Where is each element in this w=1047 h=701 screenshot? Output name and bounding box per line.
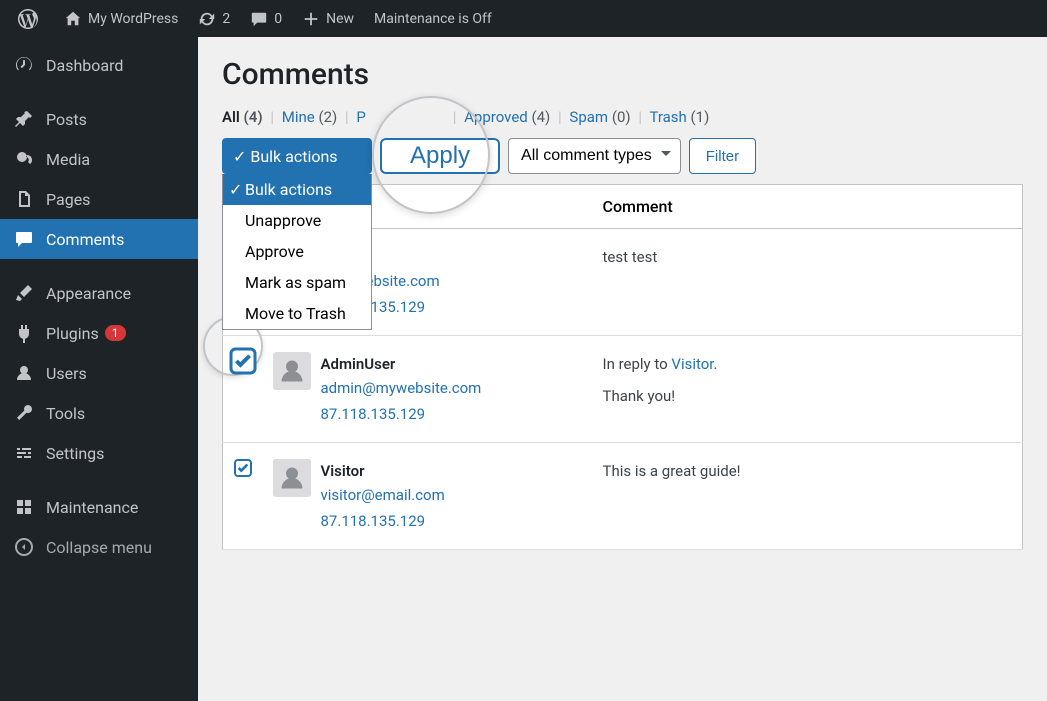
media-icon [12,149,36,169]
menu-label: Media [46,150,90,169]
user-icon [12,363,36,383]
menu-media[interactable]: Media [0,139,198,179]
admin-menu: Dashboard Posts Media Pages Comments App… [0,37,198,701]
dashboard-icon [12,55,36,75]
row-checkbox[interactable] [229,348,256,375]
filter-approved[interactable]: Approved (4) [464,108,550,126]
row-checkbox[interactable] [234,459,252,477]
bulk-opt-trash[interactable]: Move to Trash [223,298,371,329]
author-ip[interactable]: 87.118.135.129 [321,509,445,533]
collapse-menu[interactable]: Collapse menu [0,527,198,567]
author-email[interactable]: visitor@email.com [321,486,445,504]
table-row: AdminUser admin@mywebsite.com 87.118.135… [223,336,1023,443]
page-title: Comments [222,57,1023,92]
menu-appearance[interactable]: Appearance [0,273,198,313]
plugins-badge: 1 [105,325,126,341]
admin-bar: My WordPress 2 0 New Maintenance is Off [0,0,1047,37]
menu-label: Maintenance [46,498,138,517]
maintenance-label: Maintenance is Off [374,11,492,27]
comment-text: test test [603,245,1013,269]
menu-users[interactable]: Users [0,353,198,393]
menu-label: Tools [46,404,85,423]
home-icon [64,10,82,28]
menu-label: Posts [46,110,87,129]
comments-bubble[interactable]: 0 [240,0,292,37]
collapse-label: Collapse menu [46,538,152,557]
bulk-action-dropdown: Bulk actions Unapprove Approve Mark as s… [222,174,372,330]
wrench-icon [12,403,36,423]
avatar [273,352,311,390]
filter-button[interactable]: Filter [689,138,756,174]
wordpress-icon [18,9,38,29]
filter-trash[interactable]: Trash (1) [649,108,709,126]
plus-icon [302,10,320,28]
maintenance-status[interactable]: Maintenance is Off [364,0,502,37]
filter-mine[interactable]: Mine (2) [282,108,338,126]
comment-text: This is a great guide! [603,459,1013,483]
bulk-opt-unapprove[interactable]: Unapprove [223,205,371,236]
collapse-icon [12,537,36,557]
author-name: AdminUser [321,352,482,376]
filter-pending[interactable]: P [356,108,365,126]
comment-icon [12,229,36,249]
comment-text: Thank you! [603,384,1013,408]
menu-comments[interactable]: Comments [0,219,198,259]
menu-label: Pages [46,190,90,209]
menu-label: Settings [46,444,104,463]
menu-label: Appearance [46,284,131,303]
page-body: Comments All (4) | Mine (2) | P | | Appr… [198,37,1047,701]
bulk-opt-bulk[interactable]: Bulk actions [223,174,371,205]
site-name: My WordPress [88,11,178,27]
comment-icon [250,10,268,28]
bulk-opt-spam[interactable]: Mark as spam [223,267,371,298]
pages-icon [12,189,36,209]
filter-all[interactable]: All (4) [222,108,263,126]
updates[interactable]: 2 [188,0,240,37]
menu-pages[interactable]: Pages [0,179,198,219]
updates-count: 2 [222,11,230,27]
bulk-opt-approve[interactable]: Approve [223,236,371,267]
avatar [273,459,311,497]
menu-posts[interactable]: Posts [0,99,198,139]
bulk-action-wrap: ✓ Bulk actions Bulk actions Unapprove Ap… [222,138,372,174]
author-ip[interactable]: 87.118.135.129 [321,402,482,426]
maintenance-icon [12,497,36,517]
menu-plugins[interactable]: Plugins 1 [0,313,198,353]
menu-settings[interactable]: Settings [0,433,198,473]
bulk-action-select[interactable]: ✓ Bulk actions [222,138,372,174]
author-email[interactable]: admin@mywebsite.com [321,379,482,397]
menu-label: Users [46,364,87,383]
new-label: New [326,11,354,27]
update-icon [198,10,216,28]
table-row: Visitor visitor@email.com 87.118.135.129… [223,443,1023,550]
menu-dashboard[interactable]: Dashboard [0,45,198,85]
brush-icon [12,283,36,303]
plug-icon [12,323,36,343]
author-name: Visitor [321,459,445,483]
status-filters: All (4) | Mine (2) | P | | Approved (4) … [222,108,1023,126]
site-home[interactable]: My WordPress [54,0,188,37]
pin-icon [12,109,36,129]
reply-link[interactable]: Visitor [671,355,713,373]
comment-header[interactable]: Comment [593,185,1023,229]
menu-label: Comments [46,230,124,249]
new-content[interactable]: New [292,0,364,37]
filter-spam[interactable]: Spam (0) [569,108,630,126]
wp-logo[interactable] [8,0,54,37]
comments-count: 0 [274,11,282,27]
menu-tools[interactable]: Tools [0,393,198,433]
apply-button[interactable]: Apply [380,138,500,174]
comment-type-select[interactable]: All comment types [508,138,681,174]
menu-label: Dashboard [46,56,123,75]
menu-label: Plugins [46,324,99,343]
menu-maintenance[interactable]: Maintenance [0,487,198,527]
sliders-icon [12,443,36,463]
in-reply-to: In reply to Visitor. [603,352,1013,376]
